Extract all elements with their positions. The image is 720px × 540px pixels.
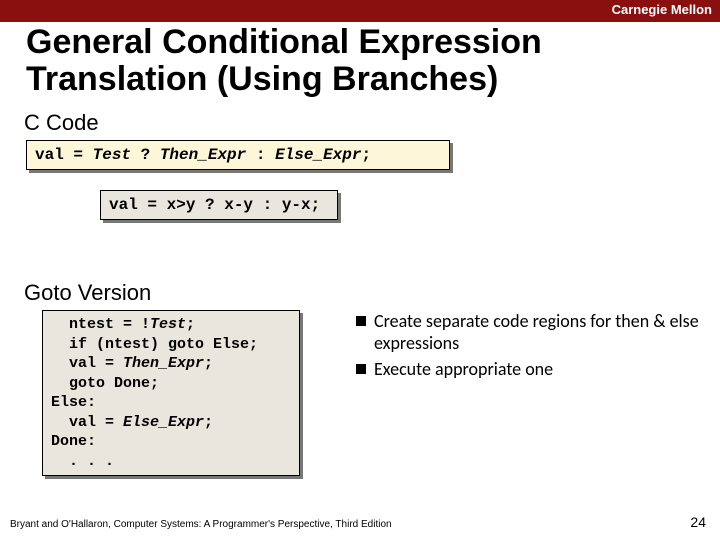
goto-l5: Else: [51,394,96,411]
code-test: Test [150,316,186,333]
goto-l4: goto Done; [51,375,159,392]
page-number: 24 [690,514,706,530]
code-text: ntest = ! [51,316,150,333]
slide: Carnegie Mellon General Conditional Expr… [0,0,720,540]
code-text: ; [204,414,213,431]
code-text: ; [361,146,371,164]
bullet-text: Execute appropriate one [374,358,700,380]
bullet-square-icon [356,364,366,374]
goto-l3: val = Then_Expr; [51,355,213,372]
code-text: : [246,146,275,164]
goto-l7: Done: [51,433,96,450]
bullet-list: Create separate code regions for then & … [356,310,700,384]
code-text: ? [131,146,160,164]
code-else: Else_Expr [275,146,361,164]
code-example: val = x>y ? x-y : y-x; [100,190,338,220]
goto-l8: . . . [51,453,114,470]
code-text: val = [35,146,93,164]
bullet-square-icon [356,316,366,326]
goto-l6: val = Else_Expr; [51,414,213,431]
code-goto: ntest = !Test; if (ntest) goto Else; val… [42,310,300,476]
section-c-code: C Code [24,110,99,136]
code-text: val = [51,355,123,372]
code-then: Then_Expr [160,146,246,164]
goto-l1: ntest = !Test; [51,316,195,333]
code-text: ; [204,355,213,372]
code-then: Then_Expr [123,355,204,372]
section-goto: Goto Version [24,280,151,306]
bullet-item: Execute appropriate one [356,358,700,380]
code-test: Test [93,146,131,164]
code-generic: val = Test ? Then_Expr : Else_Expr; [26,140,450,170]
footer-attribution: Bryant and O'Hallaron, Computer Systems:… [10,519,392,530]
goto-l2: if (ntest) goto Else; [51,336,258,353]
slide-title: General Conditional Expression Translati… [26,24,700,99]
bullet-text: Create separate code regions for then & … [374,310,700,354]
code-else: Else_Expr [123,414,204,431]
code-text: ; [186,316,195,333]
bullet-item: Create separate code regions for then & … [356,310,700,354]
code-text: val = [51,414,123,431]
university-label: Carnegie Mellon [612,2,712,17]
